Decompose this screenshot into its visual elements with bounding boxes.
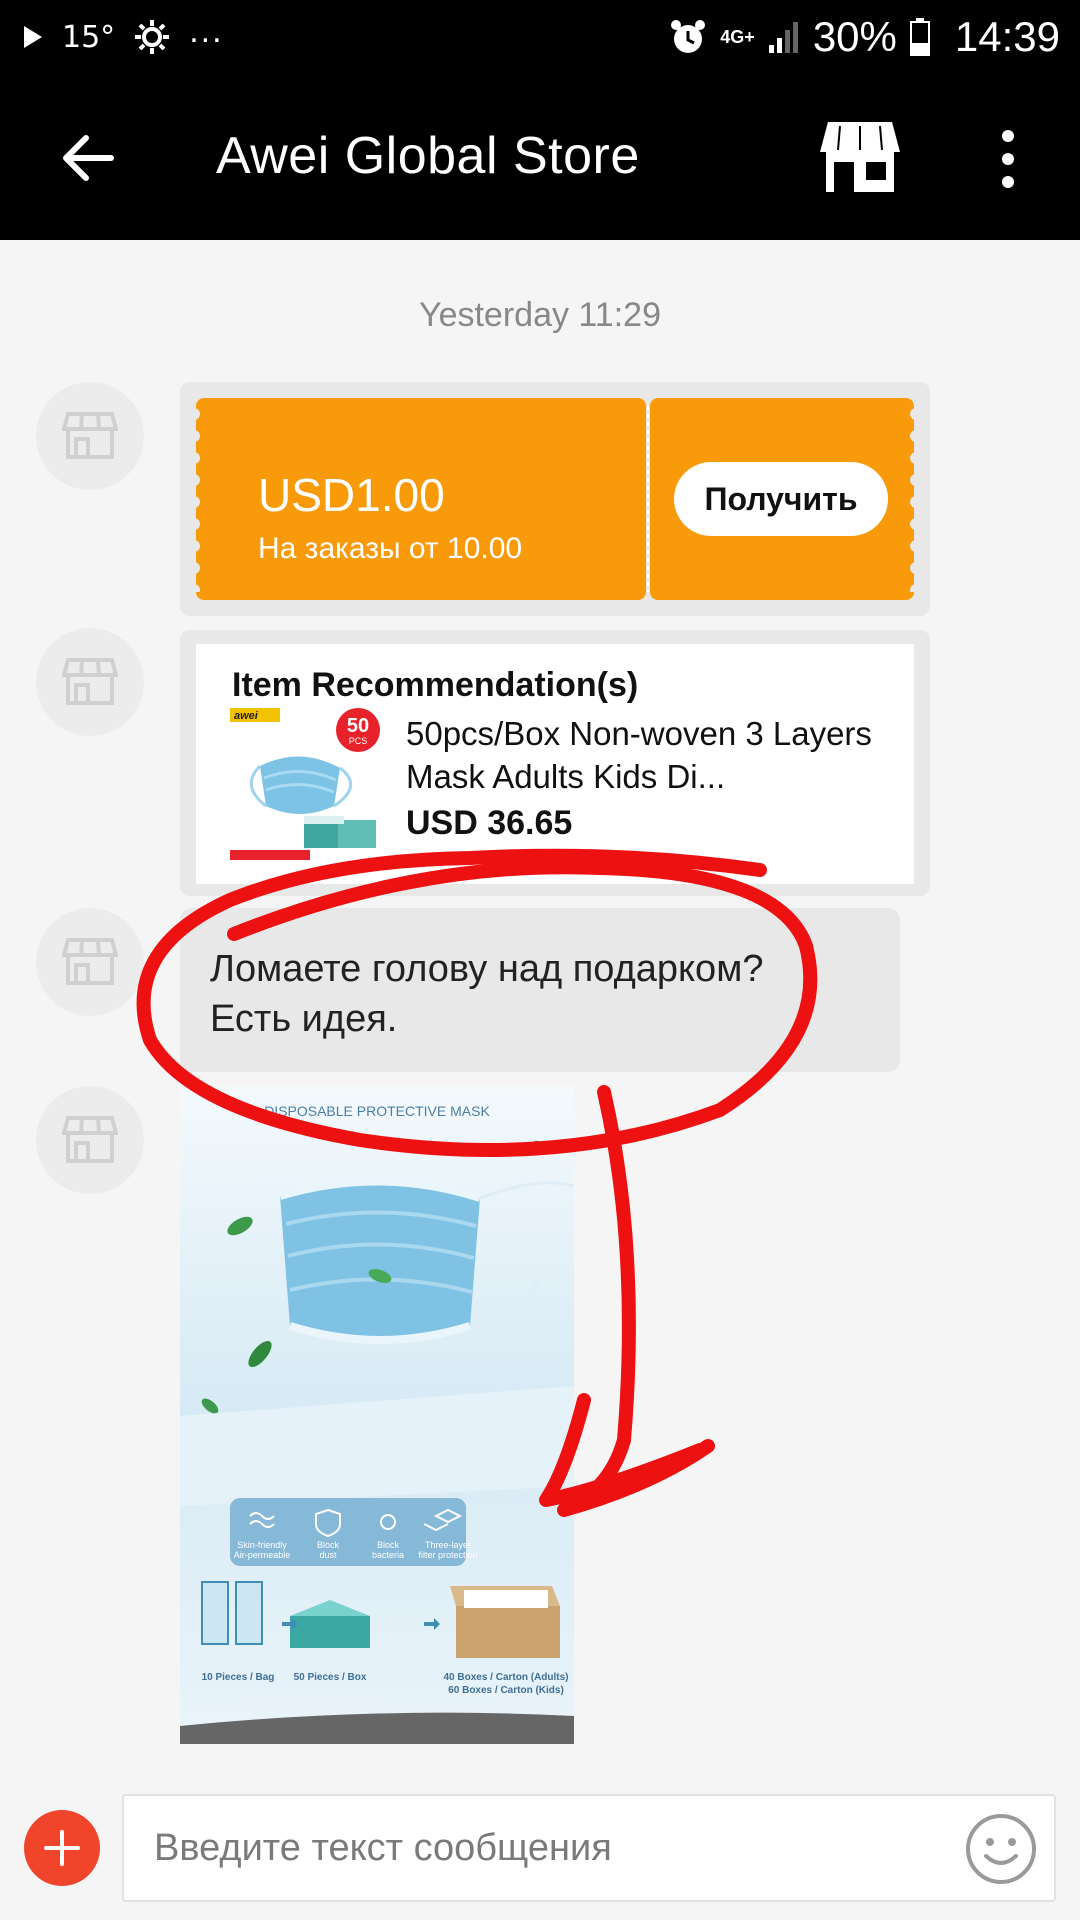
- advert-header: DISPOSABLE PROTECTIVE MASK: [264, 1103, 490, 1119]
- add-attachment-button[interactable]: [24, 1810, 100, 1886]
- feature-label: Block: [377, 1540, 400, 1550]
- feature-label: Three-layer: [425, 1540, 471, 1550]
- coupon-scallop-edge: [910, 408, 916, 592]
- feature-label: Block: [317, 1540, 340, 1550]
- store-avatar[interactable]: [36, 628, 144, 736]
- thumb-badge-unit: PCS: [349, 736, 368, 746]
- coupon-card: USD1.00 На заказы от 10.00: [194, 398, 646, 600]
- network-type: 4G+: [720, 27, 755, 47]
- signal-icon: [768, 22, 798, 53]
- coupon-condition: На заказы от 10.00: [258, 532, 523, 565]
- emoji-button[interactable]: [964, 1812, 1038, 1886]
- more-notifications-dots: ...: [189, 11, 224, 50]
- packaging-label: 40 Boxes / Carton (Adults): [443, 1672, 568, 1683]
- store-button[interactable]: [820, 118, 900, 196]
- packaging-label: 60 Boxes / Carton (Kids): [448, 1685, 564, 1696]
- alarm-clock-icon: [671, 20, 706, 53]
- status-bar: 15° ... 4G+ 30% 14:39: [0, 0, 1080, 74]
- product-card[interactable]: Item Recommendation(s) awei 50 PCS 50pcs…: [196, 644, 914, 884]
- store-awning-icon: [62, 938, 118, 985]
- back-button[interactable]: [52, 122, 124, 194]
- status-left: 15° ...: [22, 11, 224, 60]
- mask-product-image: awei 50 PCS: [230, 708, 380, 860]
- text-message-bubble: Ломаете голову над подарком? Есть идея.: [180, 908, 900, 1072]
- coupon-claim-area: Получить: [650, 398, 916, 600]
- claim-coupon-button[interactable]: Получить: [674, 462, 888, 536]
- plus-icon: [44, 1830, 80, 1866]
- message-text-line: Есть идея.: [210, 998, 398, 1040]
- product-price: USD 36.65: [406, 804, 573, 842]
- settings-gear-icon: [135, 20, 170, 54]
- store-avatar[interactable]: [36, 382, 144, 490]
- message-text-line: Ломаете голову над подарком?: [210, 948, 764, 990]
- store-avatar[interactable]: [36, 908, 144, 1016]
- mask-advert-image: DISPOSABLE PROTECTIVE MASK Skin-friendly…: [180, 1086, 574, 1744]
- thumb-badge-count: 50: [347, 715, 369, 737]
- recommendation-heading: Item Recommendation(s): [232, 666, 639, 704]
- smiley-icon: [966, 1814, 1036, 1884]
- store-awning-icon: [62, 412, 118, 459]
- coupon-amount: USD1.00: [258, 469, 445, 521]
- store-avatar[interactable]: [36, 1086, 144, 1194]
- clock-time: 14:39: [954, 13, 1060, 60]
- more-vertical-icon-dot: [1002, 176, 1014, 189]
- page-title: Awei Global Store: [216, 127, 640, 185]
- play-icon: [24, 26, 42, 48]
- feature-label: bacteria: [372, 1550, 404, 1560]
- more-options-button[interactable]: [990, 124, 1026, 194]
- battery-icon: [909, 18, 930, 56]
- battery-percent: 30%: [812, 13, 897, 60]
- feature-label: Air-permeable: [234, 1550, 291, 1560]
- store-icon: [820, 122, 900, 192]
- more-vertical-icon-dot: [1002, 129, 1014, 142]
- chat-screen: 15° ... 4G+ 30% 14:39 Awei Global Store …: [0, 0, 1080, 1920]
- packaging-label: 50 Pieces / Box: [294, 1672, 367, 1683]
- back-arrow-icon: [63, 135, 114, 181]
- status-right: 4G+ 30% 14:39: [668, 12, 1060, 62]
- product-thumbnail[interactable]: awei 50 PCS: [230, 706, 382, 864]
- weather-temperature: 15°: [62, 19, 116, 55]
- packaging-label: 10 Pieces / Bag: [202, 1672, 275, 1683]
- app-bar: Awei Global Store: [0, 74, 1080, 240]
- recommendation-message: Item Recommendation(s) awei 50 PCS 50pcs…: [180, 630, 930, 896]
- image-message[interactable]: DISPOSABLE PROTECTIVE MASK Skin-friendly…: [180, 1086, 574, 1744]
- chat-timestamp: Yesterday 11:29: [419, 296, 661, 334]
- feature-label: dust: [319, 1550, 337, 1560]
- coupon-scallop-edge: [194, 408, 200, 592]
- feature-label: filter protection: [418, 1550, 477, 1560]
- thumb-brand-text: awei: [234, 710, 259, 722]
- store-awning-icon: [62, 658, 118, 705]
- feature-label: Skin-friendly: [237, 1540, 287, 1550]
- message-input[interactable]: [122, 1794, 1056, 1902]
- product-name: 50pcs/Box Non-woven 3 Layers Mask Adults…: [406, 715, 872, 795]
- more-vertical-icon-dot: [1002, 152, 1014, 165]
- coupon-message: USD1.00 На заказы от 10.00 Получить: [180, 382, 930, 616]
- store-awning-icon: [62, 1116, 118, 1163]
